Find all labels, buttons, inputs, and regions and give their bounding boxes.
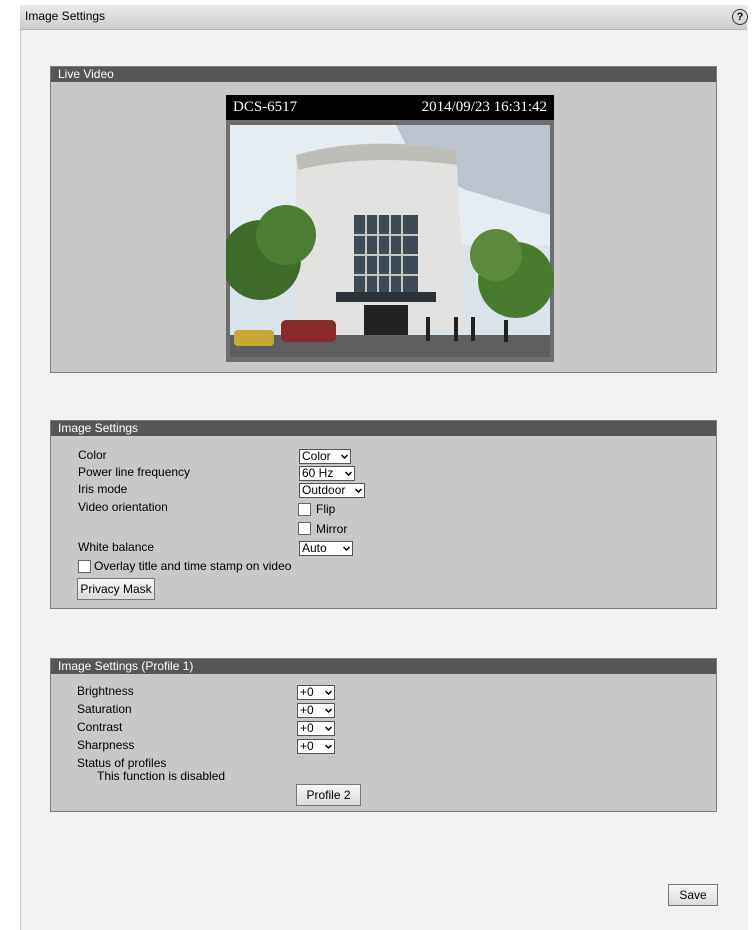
saturation-select[interactable]: +0: [297, 703, 335, 718]
power-line-label: Power line frequency: [78, 465, 191, 479]
chevron-down-icon: [325, 726, 332, 732]
mirror-label: Mirror: [316, 522, 348, 536]
image-settings-panel: Image Settings Color Color Power line fr…: [50, 420, 717, 609]
saturation-label: Saturation: [77, 702, 132, 716]
iris-mode-select[interactable]: Outdoor: [299, 483, 365, 498]
color-select[interactable]: Color: [299, 449, 351, 464]
color-label: Color: [78, 448, 107, 462]
power-line-select[interactable]: 60 Hz: [299, 466, 355, 481]
overlay-label: Overlay title and time stamp on video: [94, 559, 292, 573]
brightness-label: Brightness: [77, 684, 134, 698]
video-orientation-label: Video orientation: [78, 500, 168, 514]
sharpness-select[interactable]: +0: [297, 739, 335, 754]
chevron-down-icon: [355, 488, 362, 494]
video-image: [221, 120, 554, 362]
video-frame: [221, 95, 554, 362]
title-bar: Image Settings ?: [20, 5, 748, 30]
chevron-down-icon: [325, 708, 332, 714]
chevron-down-icon: [325, 690, 332, 696]
saturation-select-value: +0: [300, 703, 314, 717]
help-icon[interactable]: ?: [732, 9, 748, 25]
video-timestamp: 2014/09/23 16:31:42: [421, 99, 547, 115]
overlay-checkbox[interactable]: [78, 560, 91, 573]
chevron-down-icon: [345, 471, 352, 477]
sharpness-label: Sharpness: [77, 738, 135, 752]
mirror-checkbox[interactable]: [298, 522, 311, 535]
brightness-select[interactable]: +0: [297, 685, 335, 700]
camera-name: DCS-6517: [233, 99, 298, 115]
save-button[interactable]: Save: [668, 884, 718, 906]
chevron-down-icon: [343, 546, 350, 552]
chevron-down-icon: [341, 454, 348, 460]
white-balance-select-value: Auto: [302, 541, 327, 555]
status-of-profiles-label: Status of profiles: [77, 756, 167, 770]
image-settings-header: Image Settings: [51, 421, 716, 436]
flip-label: Flip: [316, 502, 336, 516]
profile-settings-header: Image Settings (Profile 1): [51, 659, 716, 674]
profile-settings-panel: Image Settings (Profile 1) Brightness +0…: [50, 658, 717, 812]
privacy-mask-button[interactable]: Privacy Mask: [77, 578, 155, 600]
contrast-label: Contrast: [77, 720, 123, 734]
iris-mode-label: Iris mode: [78, 482, 128, 496]
power-line-select-value: 60 Hz: [302, 466, 334, 480]
white-balance-label: White balance: [78, 540, 155, 554]
video-overlay-bar: DCS-6517 2014/09/23 16:31:42: [226, 95, 554, 120]
page-title: Image Settings: [25, 9, 106, 23]
flip-checkbox[interactable]: [298, 503, 311, 516]
contrast-select[interactable]: +0: [297, 721, 335, 736]
iris-mode-select-value: Outdoor: [302, 483, 346, 497]
white-balance-select[interactable]: Auto: [299, 541, 353, 556]
live-video-header: Live Video: [51, 67, 716, 82]
sharpness-select-value: +0: [300, 739, 314, 753]
brightness-select-value: +0: [300, 685, 314, 699]
profile-2-button[interactable]: Profile 2: [296, 784, 361, 806]
contrast-select-value: +0: [300, 721, 314, 735]
color-select-value: Color: [302, 449, 331, 463]
chevron-down-icon: [325, 744, 332, 750]
profile-status-text: This function is disabled: [97, 769, 226, 783]
